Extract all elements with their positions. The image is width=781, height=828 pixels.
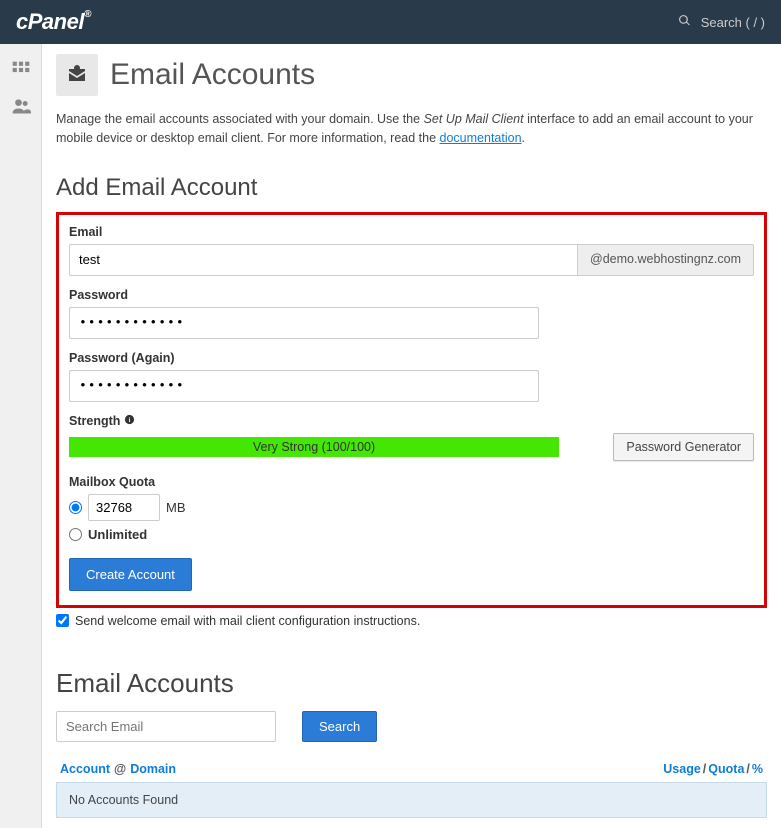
quota-unit: MB <box>166 500 186 515</box>
welcome-email-checkbox[interactable] <box>56 614 69 627</box>
add-section-title: Add Email Account <box>56 174 767 202</box>
sidebar-apps[interactable] <box>0 52 41 88</box>
svg-text:i: i <box>129 416 131 423</box>
page-title: Email Accounts <box>110 58 315 92</box>
password-label: Password <box>69 288 754 302</box>
quota-value-field[interactable] <box>88 494 160 521</box>
quota-label: Mailbox Quota <box>69 475 754 489</box>
col-domain[interactable]: Domain <box>130 762 176 776</box>
col-usage[interactable]: Usage <box>663 762 701 776</box>
email-field[interactable] <box>69 244 577 276</box>
search-icon[interactable] <box>678 14 691 30</box>
no-accounts-row: No Accounts Found <box>56 782 767 818</box>
documentation-link[interactable]: documentation <box>440 131 522 145</box>
sidebar <box>0 44 42 828</box>
email-label: Email <box>69 225 754 239</box>
accounts-title: Email Accounts <box>56 668 767 699</box>
cpanel-logo: cPanel® <box>16 9 91 35</box>
strength-bar: Very Strong (100/100) <box>69 437 559 457</box>
search-label[interactable]: Search ( / ) <box>701 15 765 30</box>
content: Email Accounts Manage the email accounts… <box>42 44 781 828</box>
accounts-table-header: Account @ Domain Usage / Quota / % <box>56 756 767 782</box>
topbar: cPanel® Search ( / ) <box>0 0 781 44</box>
search-email-field[interactable] <box>56 711 276 742</box>
quota-radio-value[interactable] <box>69 501 82 514</box>
password-field[interactable] <box>69 307 539 339</box>
search-button[interactable]: Search <box>302 711 377 742</box>
email-icon <box>56 54 98 96</box>
password-again-label: Password (Again) <box>69 351 754 365</box>
sidebar-users[interactable] <box>0 88 41 124</box>
create-account-button[interactable]: Create Account <box>69 558 192 591</box>
email-domain: @demo.webhostingnz.com <box>577 244 754 276</box>
password-again-field[interactable] <box>69 370 539 402</box>
quota-radio-unlimited[interactable] <box>69 528 82 541</box>
info-icon[interactable]: i <box>124 414 135 428</box>
intro-text: Manage the email accounts associated wit… <box>56 110 767 148</box>
quota-unlimited-label: Unlimited <box>88 527 147 542</box>
col-percent[interactable]: % <box>752 762 763 776</box>
password-generator-button[interactable]: Password Generator <box>613 433 754 461</box>
welcome-email-label: Send welcome email with mail client conf… <box>75 614 420 628</box>
col-quota[interactable]: Quota <box>708 762 744 776</box>
add-form: Email @demo.webhostingnz.com Password Pa… <box>56 212 767 608</box>
strength-label: Strength i <box>69 414 754 428</box>
col-account[interactable]: Account <box>60 762 110 776</box>
